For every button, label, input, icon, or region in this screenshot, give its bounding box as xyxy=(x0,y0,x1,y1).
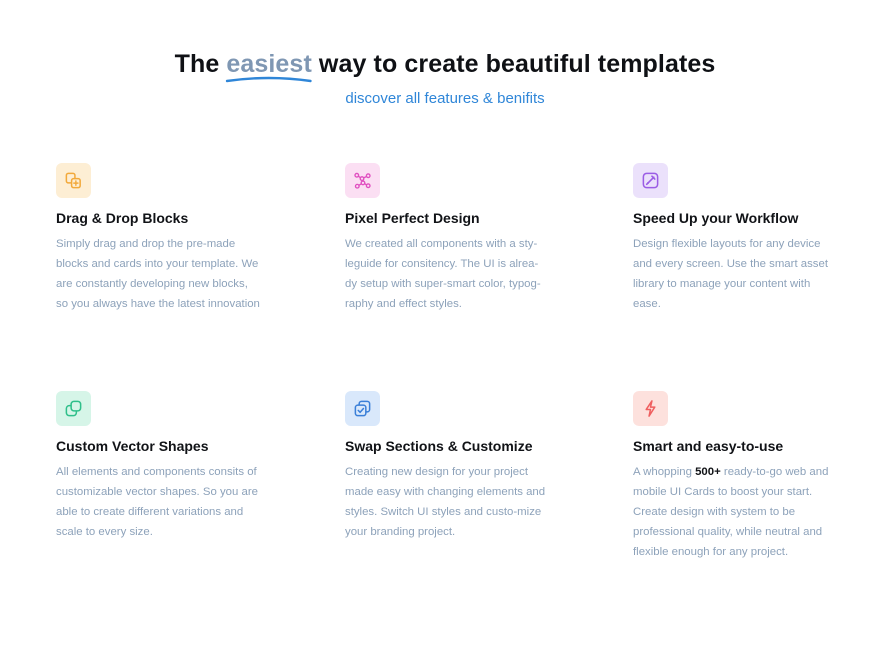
lightning-icon xyxy=(645,400,656,417)
feature-description: We created all components with a sty-leg… xyxy=(345,238,541,310)
title-highlight: easiest xyxy=(226,50,313,83)
feature-icon-box xyxy=(345,163,380,198)
page-title: The easiest way to create beautiful temp… xyxy=(0,50,880,83)
feature-title: Pixel Perfect Design xyxy=(345,210,480,226)
title-highlight-text: easiest xyxy=(226,50,312,78)
description-text: ready-to-go web and mobile UI Cards to b… xyxy=(633,466,829,558)
feature-card-swap-sections: Swap Sections & Customize Creating new d… xyxy=(345,391,550,542)
feature-card-smart-easy: Smart and easy-to-use A whopping 500+ re… xyxy=(633,391,838,562)
feature-title: Speed Up your Workflow xyxy=(633,210,799,226)
feature-title: Swap Sections & Customize xyxy=(345,438,533,454)
title-text-after: way to create beautiful templates xyxy=(318,50,716,78)
feature-card-pixel-perfect: Pixel Perfect Design We created all comp… xyxy=(345,163,550,314)
feature-card-vector-shapes: Custom Vector Shapes All elements and co… xyxy=(56,391,261,542)
underline-swoosh-icon xyxy=(226,76,313,83)
highlighted-count: 500+ xyxy=(695,466,721,478)
feature-description: All elements and components consits of c… xyxy=(56,466,258,538)
feature-icon-box xyxy=(56,163,91,198)
vector-shapes-icon xyxy=(65,400,82,417)
title-text-before: The xyxy=(174,50,220,78)
feature-title: Drag & Drop Blocks xyxy=(56,210,189,226)
drag-drop-icon xyxy=(65,172,81,189)
feature-description: A whopping 500+ ready-to-go web and mobi… xyxy=(633,462,838,562)
feature-icon-box xyxy=(345,391,380,426)
feature-title: Smart and easy-to-use xyxy=(633,438,784,454)
vector-nodes-icon xyxy=(354,172,371,189)
feature-title: Custom Vector Shapes xyxy=(56,438,209,454)
feature-description: Simply drag and drop the pre-made blocks… xyxy=(56,238,260,310)
feature-card-drag-drop: Drag & Drop Blocks Simply drag and drop … xyxy=(56,163,261,314)
feature-icon-box xyxy=(633,391,668,426)
page-subtitle[interactable]: discover all features & benifits xyxy=(0,90,880,107)
feature-description: Creating new design for your project mad… xyxy=(345,466,546,538)
feature-card-speed-up: Speed Up your Workflow Design flexible l… xyxy=(633,163,838,314)
feature-description: Design flexible layouts for any device a… xyxy=(633,238,828,310)
swap-sections-icon xyxy=(354,400,371,417)
feature-icon-box xyxy=(633,163,668,198)
pen-tool-icon xyxy=(642,172,659,189)
feature-icon-box xyxy=(56,391,91,426)
description-text: A whopping xyxy=(633,466,692,478)
